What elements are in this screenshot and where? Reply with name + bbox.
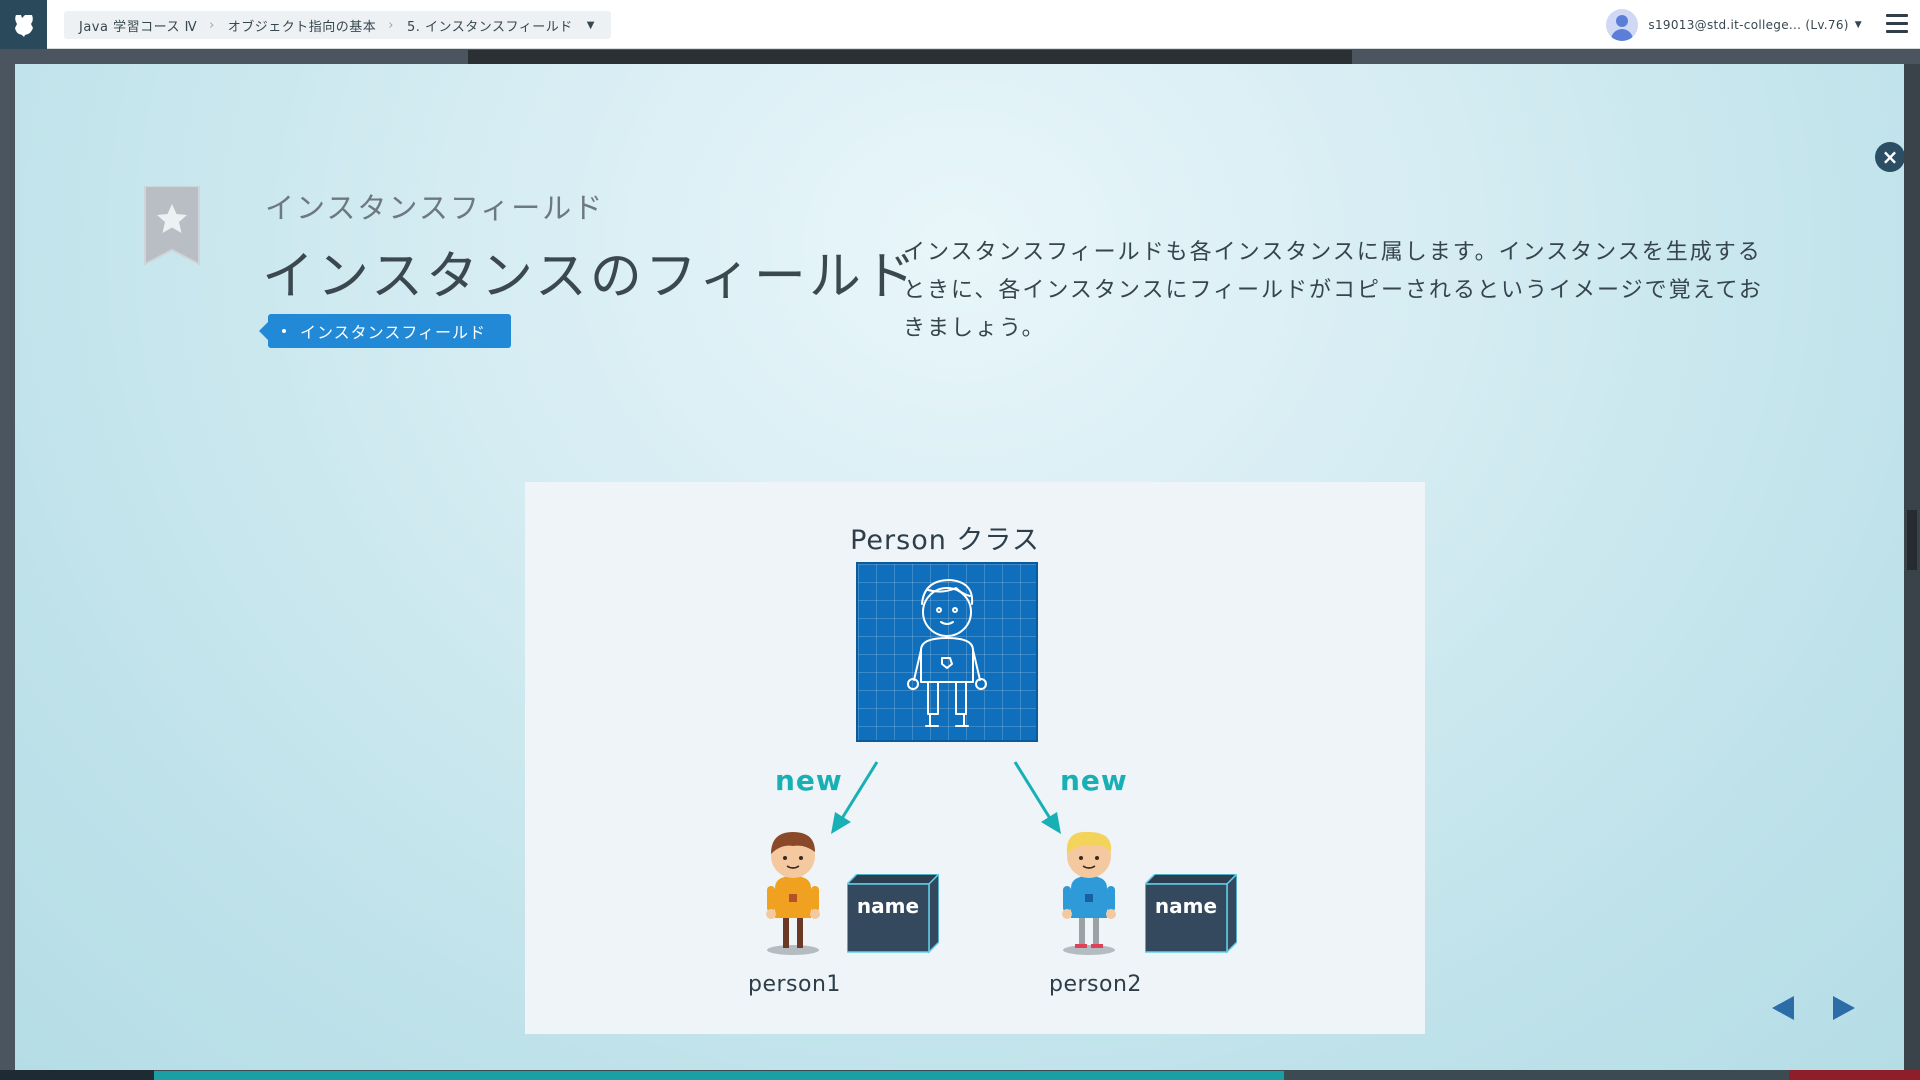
caret-down-icon: ▼ (1854, 20, 1862, 30)
scrollbar-thumb[interactable] (1907, 510, 1917, 570)
person-blueprint-icon (907, 579, 987, 727)
class-title: Person クラス (850, 525, 1040, 556)
bullet-icon (282, 329, 286, 333)
breadcrumb-course[interactable]: Java 学習コース Ⅳ (79, 16, 197, 35)
slide-description: インスタンスフィールドも各インスタンスに属します。インスタンスを生成するときに、… (903, 240, 1763, 341)
caret-down-icon[interactable]: ▼ (587, 20, 595, 31)
new-label-right: new (1060, 764, 1128, 797)
class-blueprint-image (856, 562, 1038, 742)
topic-tag[interactable]: インスタンスフィールド (259, 314, 511, 348)
close-icon[interactable]: × (1875, 142, 1904, 172)
user-menu[interactable]: s19013@std.it-college... (Lv.76) ▼ (1606, 8, 1862, 42)
illustration-card: Person クラス new new name name person1 per… (525, 482, 1425, 1034)
home-logo-button[interactable] (0, 0, 47, 49)
slide-title: インスタンスのフィールド (262, 247, 919, 307)
breadcrumb: Java 学習コース Ⅳ › オブジェクト指向の基本 › 5. インスタンスフィ… (64, 11, 611, 39)
name-field-box-2: name (1145, 874, 1237, 954)
person2-character-icon (1062, 831, 1116, 955)
background-strip (468, 50, 1352, 64)
person2-label: person2 (1049, 972, 1142, 997)
chevron-right-icon: › (209, 17, 215, 33)
previous-slide-icon[interactable] (1772, 996, 1794, 1020)
breadcrumb-lesson[interactable]: 5. インスタンスフィールド (407, 16, 573, 35)
person1-character-icon (766, 832, 820, 955)
user-name: s19013@std.it-college... (Lv.76) (1648, 18, 1849, 32)
bottom-right-segment (1789, 1070, 1920, 1080)
name-field-label-1: name (856, 894, 920, 918)
slide-subtitle: インスタンスフィールド (265, 191, 605, 225)
breadcrumb-chapter[interactable]: オブジェクト指向の基本 (228, 16, 377, 35)
name-field-box-1: name (847, 874, 939, 954)
topic-tag-label: インスタンスフィールド (300, 323, 487, 342)
bookmark-star-icon[interactable] (143, 186, 201, 266)
next-slide-icon[interactable] (1833, 996, 1855, 1020)
new-label-left: new (775, 764, 843, 797)
person1-label: person1 (748, 972, 841, 997)
progress-start-segment (0, 1070, 154, 1080)
app-logo-icon (14, 14, 33, 37)
name-field-label-2: name (1154, 894, 1218, 918)
avatar (1606, 9, 1639, 41)
top-bar: Java 学習コース Ⅳ › オブジェクト指向の基本 › 5. インスタンスフィ… (0, 0, 1920, 49)
hamburger-menu-icon[interactable] (1886, 14, 1908, 34)
chevron-right-icon: › (388, 17, 394, 33)
progress-fill (154, 1071, 1284, 1080)
slide-panel: × インスタンスフィールド インスタンスのフィールド インスタンスフィールド イ… (15, 64, 1904, 1070)
